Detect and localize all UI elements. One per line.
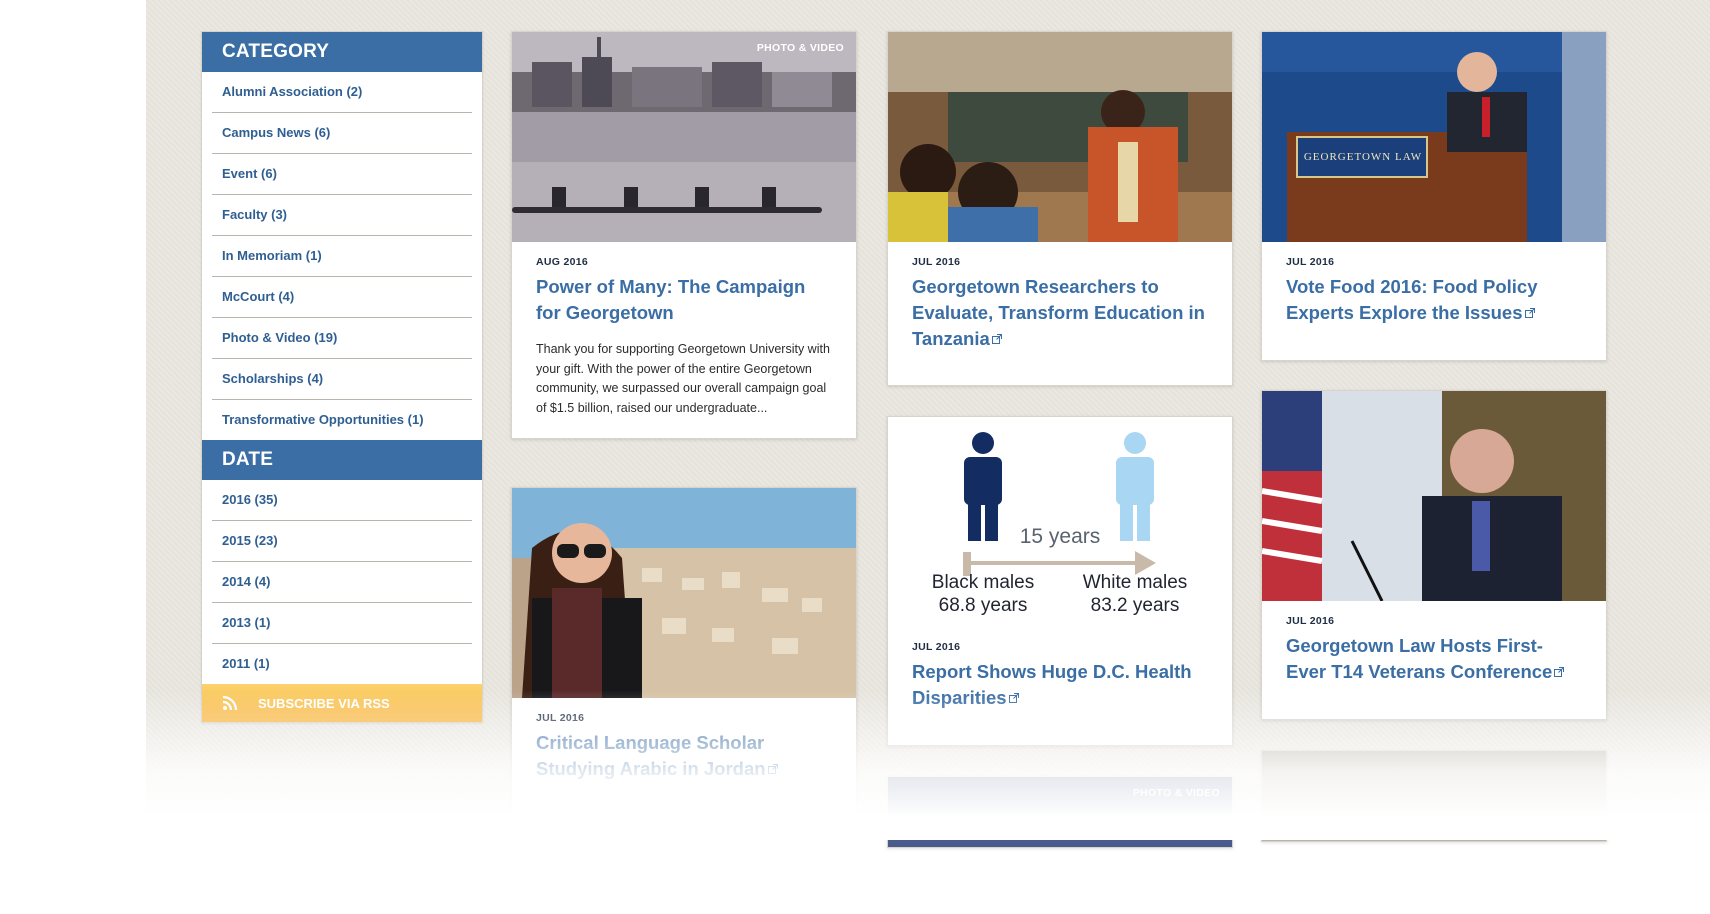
partial-card-photo[interactable] (1262, 751, 1606, 841)
student-in-jordan-photo[interactable] (512, 488, 856, 698)
news-card-campaign[interactable]: PHOTO & VIDEO AUG 2016 Power of Many: Th… (511, 31, 857, 439)
white-males-value: 83.2 years (1090, 595, 1180, 616)
category-link-mccourt[interactable]: McCourt (4) (212, 277, 472, 318)
card-date: JUL 2016 (536, 712, 585, 724)
black-males-value: 68.8 years (938, 595, 1028, 616)
card-description: Thank you for supporting Georgetown Univ… (536, 342, 830, 415)
news-card-veterans-conference[interactable]: JUL 2016 Georgetown Law Hosts First-Ever… (1261, 390, 1607, 720)
date-link-2011[interactable]: 2011 (1) (212, 644, 472, 684)
card-title-link[interactable]: Vote Food 2016: Food Policy Experts Expl… (1286, 274, 1582, 326)
category-link-campus-news[interactable]: Campus News (6) (212, 113, 472, 154)
tanzania-classroom-photo[interactable] (888, 32, 1232, 242)
card-date: JUL 2016 (1286, 256, 1335, 268)
card-title-link[interactable]: Georgetown Researchers to Evaluate, Tran… (912, 274, 1208, 352)
external-link-icon (1524, 308, 1535, 318)
photo-video-badge: PHOTO & VIDEO (1132, 787, 1220, 799)
card-date: JUL 2016 (1286, 615, 1335, 627)
georgetown-law-podium-photo[interactable]: GEORGETOWN LAW (1262, 32, 1606, 242)
category-heading: CATEGORY (202, 32, 482, 72)
card-title-link[interactable]: Report Shows Huge D.C. Health Disparitie… (912, 659, 1208, 711)
category-link-scholarships[interactable]: Scholarships (4) (212, 359, 472, 400)
news-card-health-disparities[interactable]: 15 years Black males 68.8 years White ma… (887, 416, 1233, 746)
card-title-link[interactable]: Critical Language Scholar Studying Arabi… (536, 730, 832, 782)
card-date: JUL 2016 (912, 641, 961, 653)
card-title-link[interactable]: Georgetown Law Hosts First-Ever T14 Vete… (1286, 633, 1582, 685)
black-males-label: Black males (931, 572, 1035, 593)
partial-card-photo[interactable]: PHOTO & VIDEO (888, 777, 1232, 847)
black-male-figure-icon (964, 432, 1002, 541)
sidebar: CATEGORY Alumni Association (2) Campus N… (201, 31, 483, 723)
news-card-arabic-jordan[interactable]: JUL 2016 Critical Language Scholar Study… (511, 487, 857, 817)
external-link-icon (767, 764, 778, 774)
date-link-2013[interactable]: 2013 (1) (212, 603, 472, 644)
category-link-photo-video[interactable]: Photo & Video (19) (212, 318, 472, 359)
external-link-icon (1008, 693, 1019, 703)
news-card-tanzania[interactable]: JUL 2016 Georgetown Researchers to Evalu… (887, 31, 1233, 386)
category-link-transformative-opportunities[interactable]: Transformative Opportunities (1) (212, 400, 472, 440)
gap-label: 15 years (1019, 525, 1101, 548)
category-link-faculty[interactable]: Faculty (3) (212, 195, 472, 236)
date-heading: DATE (202, 440, 482, 480)
rss-label: SUBSCRIBE VIA RSS (258, 695, 390, 711)
podium-sign: GEORGETOWN LAW (1303, 151, 1423, 163)
rowing-crew-photo[interactable]: PHOTO & VIDEO (512, 32, 856, 242)
category-link-in-memoriam[interactable]: In Memoriam (1) (212, 236, 472, 277)
subscribe-rss-button[interactable]: SUBSCRIBE VIA RSS (202, 684, 482, 722)
date-link-2015[interactable]: 2015 (23) (212, 521, 472, 562)
card-date: AUG 2016 (536, 256, 589, 268)
card-date: JUL 2016 (912, 256, 961, 268)
white-male-figure-icon (1116, 432, 1154, 541)
category-link-alumni-association[interactable]: Alumni Association (2) (212, 72, 472, 113)
card-title-link[interactable]: Power of Many: The Campaign for Georgeto… (536, 274, 832, 326)
veterans-conference-speaker-photo[interactable] (1262, 391, 1606, 601)
external-link-icon (991, 334, 1002, 344)
category-link-event[interactable]: Event (6) (212, 154, 472, 195)
photo-video-badge: PHOTO & VIDEO (756, 42, 844, 54)
news-card-partial[interactable] (1261, 750, 1607, 842)
date-link-2016[interactable]: 2016 (35) (212, 480, 472, 521)
rss-icon (222, 695, 238, 711)
date-link-2014[interactable]: 2014 (4) (212, 562, 472, 603)
category-list: Alumni Association (2) Campus News (6) E… (202, 72, 482, 440)
date-list: 2016 (35) 2015 (23) 2014 (4) 2013 (1) 20… (202, 480, 482, 684)
news-card-partial-photo-video[interactable]: PHOTO & VIDEO (887, 776, 1233, 848)
white-males-label: White males (1082, 572, 1188, 593)
news-card-vote-food[interactable]: GEORGETOWN LAW JUL 2016 Vote Food 2016: … (1261, 31, 1607, 361)
external-link-icon (1554, 667, 1565, 677)
health-disparity-infographic[interactable]: 15 years Black males 68.8 years White ma… (888, 417, 1232, 627)
